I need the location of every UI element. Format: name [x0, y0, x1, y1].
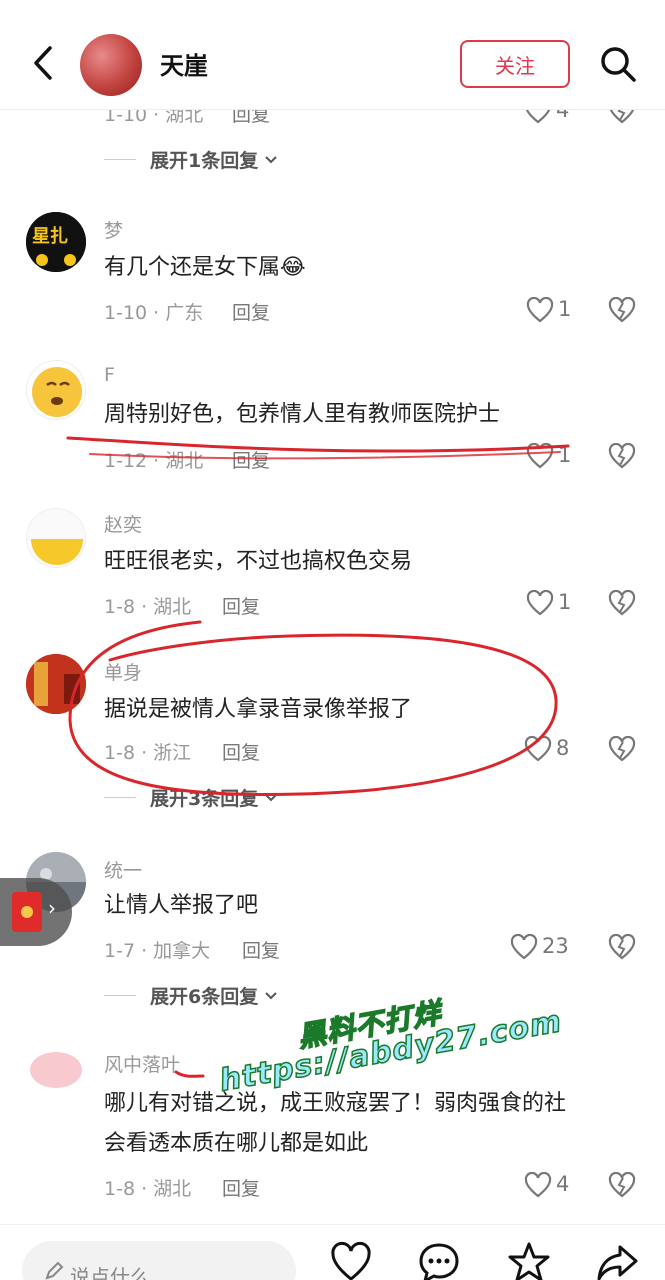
reply-button[interactable]: 回复 [242, 936, 280, 963]
share-icon[interactable] [596, 1241, 638, 1280]
follow-button[interactable]: 关注 [460, 40, 570, 88]
like-count: 8 [556, 736, 570, 760]
star-icon[interactable] [508, 1241, 550, 1280]
expand-replies[interactable]: 展开6条回复 [104, 982, 278, 1009]
heart-icon[interactable] [524, 1172, 552, 1198]
reply-button[interactable]: 回复 [232, 298, 270, 325]
comment-username[interactable]: 风中落叶 [104, 1050, 180, 1077]
comment-input-placeholder: 说点什么... [70, 1265, 170, 1280]
reply-button[interactable]: 回复 [222, 738, 260, 765]
like-count: 23 [542, 934, 569, 958]
avatar[interactable] [26, 360, 86, 420]
comment-meta: 1-8 · 湖北 [104, 1178, 192, 1200]
comment-text: 据说是被情人拿录音录像举报了 [104, 697, 413, 722]
chevron-right-icon: › [48, 896, 56, 920]
bottom-action-bar: 说点什么... [0, 1224, 665, 1280]
dislike-icon[interactable] [608, 590, 636, 616]
comment-username[interactable]: F [104, 364, 115, 386]
author-avatar[interactable] [80, 34, 142, 96]
comment-icon[interactable] [418, 1241, 460, 1280]
divider-line [104, 159, 136, 160]
chevron-down-icon [265, 793, 277, 801]
comment-meta: 1-8 · 湖北 [104, 596, 192, 618]
expand-label: 展开3条回复 [150, 788, 259, 810]
chevron-down-icon [265, 155, 277, 163]
reply-button[interactable]: 回复 [222, 1174, 260, 1201]
like-count: 4 [556, 1172, 570, 1196]
comment-meta: 1-12 · 湖北 [104, 450, 204, 472]
author-name[interactable]: 天崖 [160, 46, 208, 81]
heart-icon[interactable] [526, 297, 554, 323]
divider-line [104, 995, 136, 996]
search-icon[interactable] [598, 44, 638, 84]
dislike-icon[interactable] [608, 736, 636, 762]
comment-meta: 1-8 · 浙江 [104, 742, 192, 764]
comment-text: 让情人举报了吧 [104, 893, 259, 918]
back-arrow-icon[interactable] [26, 42, 62, 84]
comment-text: 旺旺很老实，不过也搞权色交易 [104, 549, 413, 574]
comment-username[interactable]: 赵奕 [104, 510, 142, 537]
dislike-icon[interactable] [608, 297, 636, 323]
expand-replies[interactable]: 展开3条回复 [104, 784, 278, 811]
reply-button[interactable]: 回复 [232, 446, 270, 473]
red-packet-icon [12, 892, 42, 932]
like-count: 1 [558, 297, 572, 321]
heart-icon[interactable] [526, 443, 554, 469]
avatar[interactable] [26, 654, 86, 714]
comment-username[interactable]: 统一 [104, 856, 142, 883]
svg-text:星扎: 星扎 [32, 225, 68, 247]
comment-text: 有几个还是女下属😂 [104, 255, 306, 280]
dislike-icon[interactable] [608, 443, 636, 469]
comment-meta: 1-10 · 广东 [104, 302, 204, 324]
comment-text: 周特别好色，包养情人里有教师医院护士 [104, 402, 501, 427]
dislike-icon[interactable] [608, 934, 636, 960]
reply-button[interactable]: 回复 [222, 592, 260, 619]
top-bar: 天崖 关注 [0, 0, 665, 110]
heart-icon[interactable] [524, 736, 552, 762]
pen-icon [45, 1261, 64, 1280]
divider-line [104, 797, 136, 798]
dislike-icon[interactable] [608, 1172, 636, 1198]
comment-meta: 1-7 · 加拿大 [104, 940, 211, 962]
chevron-down-icon [265, 991, 277, 999]
comment-username[interactable]: 单身 [104, 658, 142, 685]
expand-replies[interactable]: 展开1条回复 [104, 146, 278, 173]
like-count: 1 [558, 443, 572, 467]
heart-icon[interactable] [526, 590, 554, 616]
expand-label: 展开6条回复 [150, 986, 259, 1008]
comment-username[interactable]: 梦 [104, 216, 123, 243]
heart-icon[interactable] [510, 934, 538, 960]
avatar[interactable]: 星扎 [26, 212, 86, 272]
comment-text-line: 会看透本质在哪儿都是如此 [104, 1131, 369, 1156]
comment-text-line: 哪儿有对错之说，成王败寇罢了！弱肉强食的社 [104, 1091, 567, 1116]
red-packet-float[interactable]: › [0, 878, 72, 946]
avatar[interactable] [26, 508, 86, 568]
like-count: 1 [558, 590, 572, 614]
heart-icon[interactable] [330, 1241, 372, 1280]
expand-label: 展开1条回复 [150, 150, 259, 172]
avatar[interactable] [26, 1046, 86, 1106]
